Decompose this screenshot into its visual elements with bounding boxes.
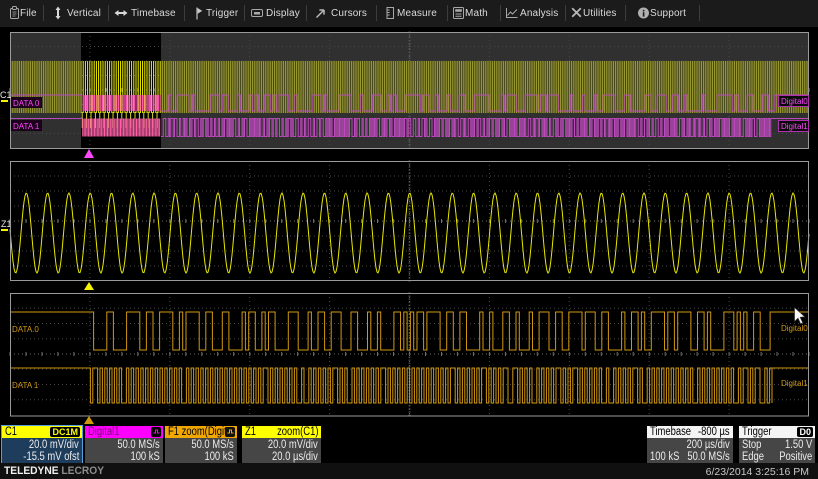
svg-text:Digital1: Digital1 <box>781 122 808 131</box>
svg-text:Digital1: Digital1 <box>781 379 808 388</box>
svg-text:DATA 1: DATA 1 <box>12 381 39 390</box>
svg-text:Digital0: Digital0 <box>781 97 808 106</box>
svg-text:Z1: Z1 <box>1 219 12 229</box>
svg-text:C1: C1 <box>0 90 12 100</box>
svg-text:DATA 0: DATA 0 <box>13 99 40 108</box>
svg-text:DATA.0: DATA.0 <box>12 325 39 334</box>
svg-text:Digital0: Digital0 <box>781 324 808 333</box>
svg-text:DATA 1: DATA 1 <box>13 122 40 131</box>
